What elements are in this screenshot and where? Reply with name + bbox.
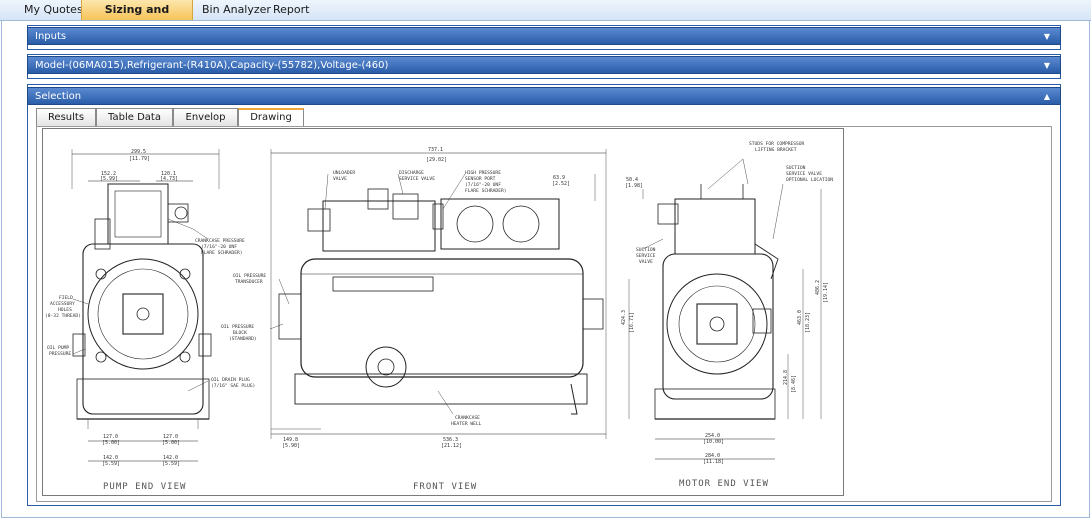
dim-front-height-in: [2.52] bbox=[552, 181, 570, 187]
dim-motor-h1-in: [16.71] bbox=[629, 312, 635, 333]
dim-motor-h2: 486.2 bbox=[815, 280, 821, 295]
label-crankcase-pressure-3: FLARE SCHRADER) bbox=[201, 250, 243, 256]
dim-pump-left-in: [5.99] bbox=[100, 176, 118, 182]
label-motor-end-view: MOTOR END VIEW bbox=[679, 479, 769, 489]
label-field-holes-1: FIELD bbox=[59, 295, 73, 301]
label-oil-pump-2: PRESSURE bbox=[49, 351, 71, 357]
label-suction-1: SUCTION bbox=[636, 247, 656, 253]
tab-drawing[interactable]: Drawing bbox=[238, 108, 304, 126]
label-pump-end-view: PUMP END VIEW bbox=[103, 482, 186, 492]
model-panel-title: Model-(06MA015),Refrigerant-(R410A),Capa… bbox=[35, 60, 389, 71]
tab-envelop[interactable]: Envelop bbox=[173, 108, 238, 126]
inputs-panel-header[interactable]: Inputs ▼ bbox=[27, 27, 1061, 45]
label-studs-2: LIFTING BRACKET bbox=[755, 147, 797, 153]
label-oil-drain-2: (7/16" SAE PLUG) bbox=[211, 383, 255, 389]
label-unloader-1: UNLOADER bbox=[333, 170, 355, 176]
label-oil-drain-1: OIL DRAIN PLUG bbox=[211, 377, 250, 383]
dim-pump-right-in: [4.73] bbox=[160, 176, 178, 182]
collapse-down-icon[interactable]: ▼ bbox=[1044, 57, 1050, 75]
dim-motor-b2-in: [11.18] bbox=[703, 459, 724, 465]
dim-front-b2-in: [21.12] bbox=[441, 443, 462, 449]
label-oil-transducer-1: OIL PRESSURE bbox=[233, 273, 266, 279]
dim-motor-h2-in: [19.14] bbox=[823, 282, 829, 303]
dim-front-width-in: [29.02] bbox=[426, 157, 447, 163]
dim-front-b1-in: [5.90] bbox=[282, 443, 300, 449]
dim-motor-h1: 424.3 bbox=[621, 310, 627, 325]
label-crankcase-pressure-2: (7/16"-20 UNF bbox=[201, 244, 237, 250]
nav-my-quotes[interactable]: My Quotes bbox=[24, 0, 83, 20]
label-oil-transducer-2: TRANSDUCER bbox=[235, 279, 263, 285]
label-suction-opt-1: SUCTION bbox=[786, 165, 806, 171]
label-field-holes-2: ACCESSORY bbox=[50, 301, 75, 307]
dim-pump-width-in: [11.79] bbox=[129, 156, 150, 162]
tab-table-data[interactable]: Table Data bbox=[96, 108, 173, 126]
tab-results[interactable]: Results bbox=[36, 108, 96, 126]
label-hp-sensor-2: SENSOR PORT bbox=[465, 176, 496, 182]
collapse-up-icon[interactable]: ▲ bbox=[1044, 88, 1050, 106]
nav-sizing-and-selection[interactable]: Sizing and Selection bbox=[81, 0, 193, 36]
compressor-drawing: 299.5 [11.79] 152.2 [5.99] 120.1 [4.73] … bbox=[42, 128, 844, 496]
label-discharge-2: SERVICE VALVE bbox=[399, 176, 435, 182]
label-suction-opt-3: OPTIONAL LOCATION bbox=[786, 177, 833, 183]
label-oil-pump-1: OIL PUMP bbox=[47, 345, 69, 351]
nav-bin-analyzer[interactable]: Bin Analyzer bbox=[202, 0, 271, 20]
dim-pump-width: 299.5 bbox=[131, 149, 146, 155]
label-unloader-2: VALVE bbox=[333, 176, 347, 182]
top-nav: My Quotes Sizing and Selection Bin Analy… bbox=[0, 0, 1091, 36]
label-front-view: FRONT VIEW bbox=[413, 482, 477, 492]
label-hp-sensor-1: HIGH PRESSURE bbox=[465, 170, 501, 176]
dim-motor-b1-in: [10.00] bbox=[703, 439, 724, 445]
selection-panel-header[interactable]: Selection ▲ bbox=[27, 87, 1061, 105]
dim-motor-h3-in: [18.23] bbox=[805, 312, 811, 333]
dim-pump-b1-in: [5.00] bbox=[102, 440, 120, 446]
label-studs-1: STUDS FOR COMPRESSOR bbox=[749, 141, 805, 147]
dim-motor-h3: 463.0 bbox=[797, 310, 803, 325]
dim-motor-h4: 214.8 bbox=[783, 370, 789, 385]
motor-end-view: 50.4 [1.98] STUDS FOR COMPRESSOR LIFTING… bbox=[621, 141, 833, 489]
label-suction-2: SERVICE bbox=[636, 253, 656, 259]
nav-report[interactable]: Report bbox=[273, 0, 309, 20]
dim-pump-b2-in: [5.00] bbox=[162, 440, 180, 446]
label-crankcase-heater-1: CRANKCASE bbox=[455, 415, 480, 421]
dim-front-width: 737.1 bbox=[428, 147, 443, 153]
label-field-holes-3: HOLES bbox=[58, 307, 72, 313]
label-hp-sensor-3: (7/16"-20 UNF bbox=[465, 182, 501, 188]
label-crankcase-pressure-1: CRANKCASE PRESSURE bbox=[195, 238, 245, 244]
label-oil-block-1: OIL PRESSURE bbox=[221, 324, 254, 330]
label-crankcase-heater-2: HEATER WELL bbox=[451, 421, 482, 427]
label-discharge-1: DISCHARGE bbox=[399, 170, 424, 176]
dim-motor-top-in: [1.98] bbox=[625, 183, 643, 189]
dim-motor-h4-in: [8.46] bbox=[791, 375, 797, 393]
selection-panel-title: Selection bbox=[35, 91, 82, 102]
label-oil-block-2: BLOCK bbox=[233, 330, 247, 336]
label-suction-opt-2: SERVICE VALVE bbox=[786, 171, 822, 177]
label-field-holes-4: (8-32 THREAD) bbox=[45, 313, 81, 319]
pump-end-view: 299.5 [11.79] 152.2 [5.99] 120.1 [4.73] … bbox=[45, 149, 255, 492]
dim-pump-b3-in: [5.59] bbox=[102, 461, 120, 467]
label-hp-sensor-4: FLARE SCHRADER) bbox=[465, 188, 507, 194]
inputs-panel-title: Inputs bbox=[35, 31, 67, 42]
front-view: 737.1 [29.02] 63.9 [2.52] UNLOADER VALVE… bbox=[221, 147, 607, 492]
model-panel-header[interactable]: Model-(06MA015),Refrigerant-(R410A),Capa… bbox=[27, 56, 1061, 74]
label-oil-block-3: (STANDARD) bbox=[229, 336, 257, 342]
dim-pump-b4-in: [5.59] bbox=[162, 461, 180, 467]
label-suction-3: VALVE bbox=[639, 259, 653, 265]
collapse-down-icon[interactable]: ▼ bbox=[1044, 28, 1050, 46]
